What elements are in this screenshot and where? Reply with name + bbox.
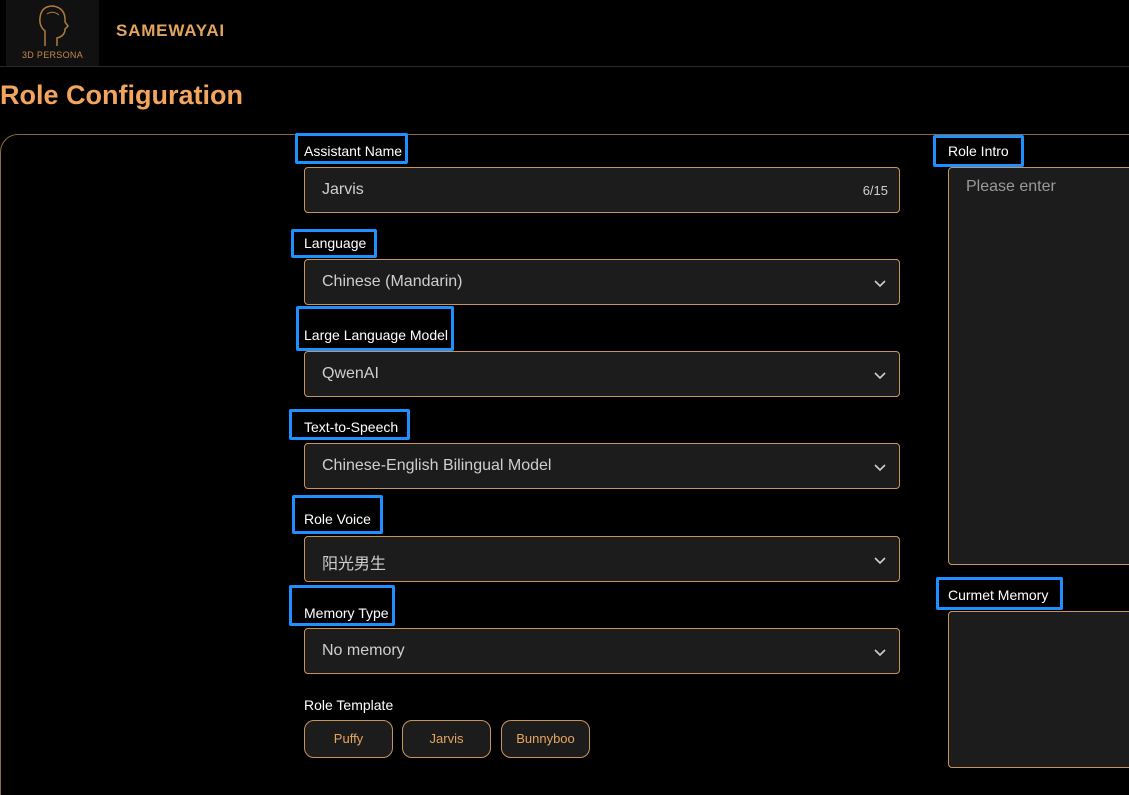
assistant-name-label: Assistant Name [304,143,403,159]
llm-label: Large Language Model [304,327,449,343]
tts-label: Text-to-Speech [304,419,399,435]
llm-select[interactable]: QwenAI [304,351,900,397]
memory-type-value: No memory [322,642,405,659]
role-template-label: Role Template [304,697,394,713]
role-intro-label: Role Intro [948,143,1009,159]
assistant-name-value: Jarvis [322,181,364,198]
role-intro-placeholder: Please enter [966,178,1056,195]
top-bar: 3D PERSONA SAMEWAYAI [0,0,1129,67]
chevron-down-icon [874,280,886,288]
role-voice-value: 阳光男生 [322,556,387,573]
brand-name: SAMEWAYAI [116,21,225,40]
chevron-down-icon [874,649,886,657]
chevron-down-icon [874,464,886,472]
chevron-down-icon [874,372,886,380]
char-counter: 6/15 [862,183,888,198]
tts-value: Chinese-English Bilingual Model [322,457,552,474]
language-label: Language [304,235,367,251]
llm-value: QwenAI [322,365,379,382]
current-memory-label: Curmet Memory [948,587,1049,603]
memory-type-label: Memory Type [304,605,389,621]
language-select[interactable]: Chinese (Mandarin) [304,259,900,305]
current-memory-textarea[interactable] [948,611,1129,768]
head-profile-icon [39,5,69,46]
logo-text: 3D PERSONA [21,50,84,60]
role-intro-textarea[interactable]: Please enter [948,167,1129,565]
chevron-down-icon [874,557,886,565]
role-voice-select[interactable]: 阳光男生 [304,536,900,582]
role-voice-label: Role Voice [304,511,371,527]
logo[interactable]: 3D PERSONA [6,0,99,66]
memory-type-select[interactable]: No memory [304,628,900,674]
tts-select[interactable]: Chinese-English Bilingual Model [304,443,900,489]
page-title: Role Configuration [0,80,243,110]
language-value: Chinese (Mandarin) [322,273,463,290]
template-button-puffy[interactable]: Puffy [304,720,393,758]
template-button-jarvis[interactable]: Jarvis [402,720,491,758]
assistant-name-input[interactable]: Jarvis 6/15 [304,167,900,213]
template-button-bunnyboo[interactable]: Bunnyboo [501,720,590,758]
